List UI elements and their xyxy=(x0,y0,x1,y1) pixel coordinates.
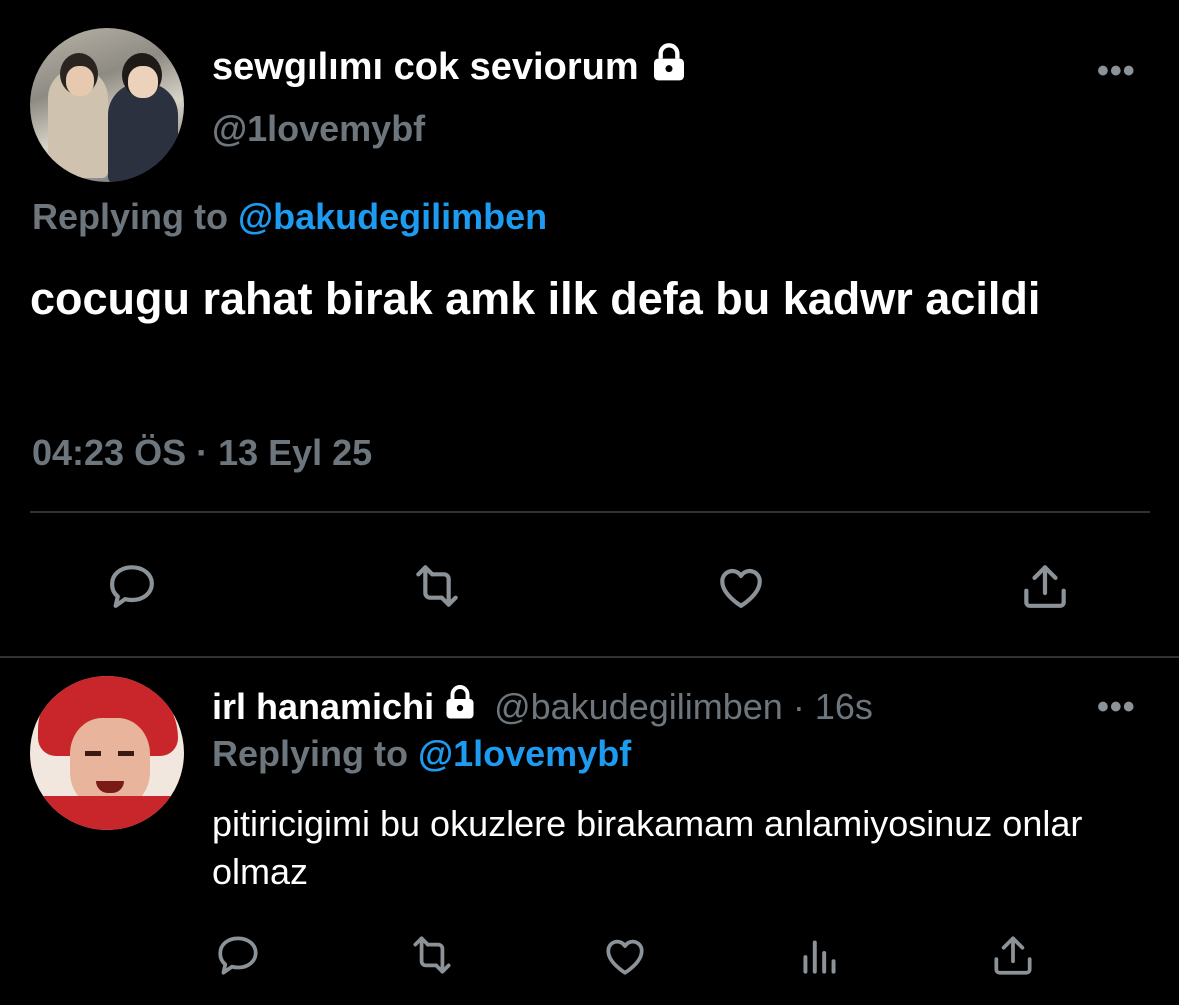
display-name[interactable]: sewgılımı cok seviorum xyxy=(212,42,689,92)
replying-to-link[interactable]: @bakudegilimben xyxy=(238,196,547,237)
avatar[interactable] xyxy=(30,28,184,182)
replying-to-link[interactable]: @1lovemybf xyxy=(418,733,631,774)
display-name-text[interactable]: irl hanamichi xyxy=(212,686,434,728)
replying-to: Replying to @bakudegilimben xyxy=(32,196,547,238)
replying-label: Replying to xyxy=(32,196,228,237)
more-options-icon[interactable]: ••• xyxy=(1097,52,1136,91)
time-ago[interactable]: 16s xyxy=(815,686,873,728)
handle[interactable]: @bakudegilimben xyxy=(494,686,783,728)
display-name[interactable]: irl hanamichi xyxy=(212,684,478,729)
handle[interactable]: @1lovemybf xyxy=(212,108,425,150)
retweet-icon[interactable] xyxy=(404,556,470,616)
tweet-text: cocugu rahat birak amk ilk defa bu kadwr… xyxy=(30,273,1041,324)
separator: · xyxy=(792,685,805,727)
lock-icon xyxy=(649,42,689,92)
lock-icon xyxy=(442,684,478,729)
divider xyxy=(0,656,1179,658)
tweet-header: irl hanamichi @bakudegilimben · 16s xyxy=(212,684,873,729)
tweet-text: pitiricigimi bu okuzlere birakamam anlam… xyxy=(212,803,1083,892)
retweet-icon[interactable] xyxy=(402,928,462,982)
divider xyxy=(30,511,1150,513)
share-icon[interactable] xyxy=(1014,556,1076,616)
more-options-icon[interactable]: ••• xyxy=(1097,688,1136,727)
reply-icon[interactable] xyxy=(210,928,266,982)
timestamp[interactable]: 04:23 ÖS · 13 Eyl 25 xyxy=(32,432,372,474)
replying-to: Replying to @1lovemybf xyxy=(212,733,631,775)
reply-icon[interactable] xyxy=(101,556,163,616)
like-icon[interactable] xyxy=(597,928,653,982)
like-icon[interactable] xyxy=(710,556,772,616)
avatar[interactable] xyxy=(30,676,184,830)
replying-label: Replying to xyxy=(212,733,408,774)
analytics-icon[interactable] xyxy=(792,928,848,982)
display-name-text[interactable]: sewgılımı cok seviorum xyxy=(212,46,639,89)
share-icon[interactable] xyxy=(985,928,1041,982)
